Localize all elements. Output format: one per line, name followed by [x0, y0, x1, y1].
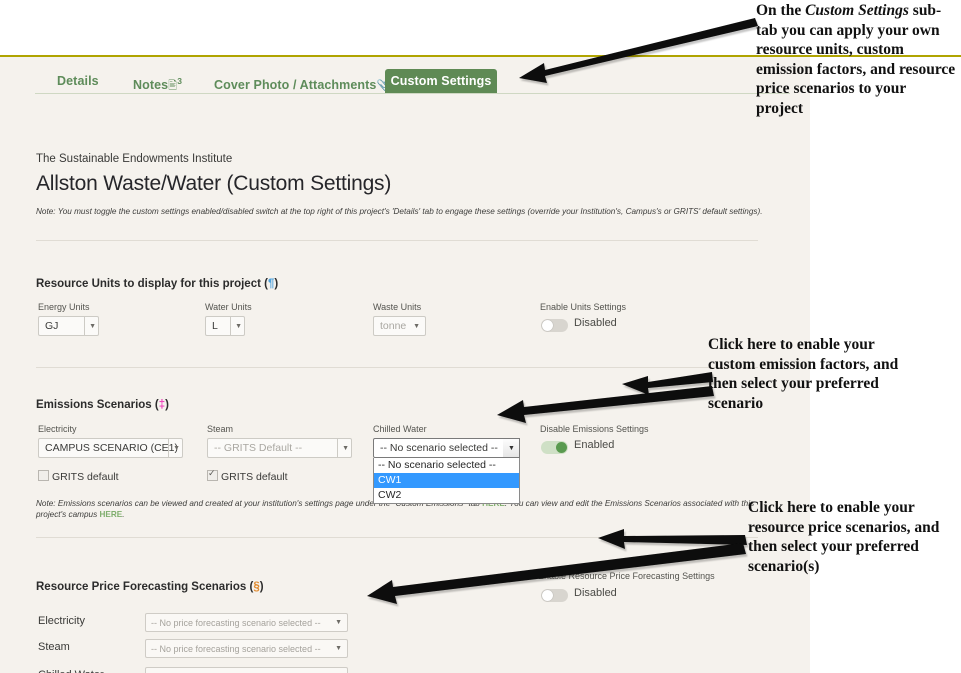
checkbox-label: GRITS default: [52, 471, 119, 483]
emissions-note-3: .: [122, 510, 125, 519]
checkbox-label: GRITS default: [221, 471, 288, 483]
price-chilled-water-select[interactable]: -- No price forecasting scenario selecte…: [145, 667, 348, 673]
emissions-toggle-state: Enabled: [574, 439, 615, 451]
price-toggle-knob: [542, 590, 553, 601]
page-title: Allston Waste/Water (Custom Settings): [36, 172, 392, 195]
tab-notes-label: Notes: [133, 78, 169, 93]
emissions-heading-text: Emissions Scenarios (: [36, 399, 159, 411]
section-divider: [36, 537, 758, 538]
dropdown-option[interactable]: -- No scenario selected --: [374, 458, 519, 473]
checkbox-box-icon[interactable]: [38, 470, 49, 481]
emissions-steam-select[interactable]: -- GRITS Default -- ▼: [207, 438, 352, 458]
label-disable-emissions-settings: Disable Emissions Settings: [540, 424, 649, 434]
checkbox-box-icon[interactable]: [207, 468, 218, 481]
units-toggle-track[interactable]: [541, 319, 568, 332]
energy-units-select[interactable]: GJ ▼: [38, 316, 99, 336]
dropdown-option[interactable]: CW2: [374, 488, 519, 503]
chevron-down-icon: ▼: [508, 445, 515, 452]
custom-settings-note: Note: You must toggle the custom setting…: [36, 206, 781, 217]
emissions-toggle-track[interactable]: [541, 441, 568, 454]
chevron-down-icon: ▼: [335, 645, 342, 652]
units-heading-close: ): [274, 278, 279, 290]
section-divider: [36, 240, 758, 241]
annotation-emissions: Click here to enable your custom emissio…: [708, 336, 899, 412]
label-energy-units: Energy Units: [38, 302, 90, 312]
label-emissions-chilled-water: Chilled Water: [373, 424, 427, 434]
label-price-steam: Steam: [38, 641, 70, 653]
tab-cover-photo-attachments[interactable]: Cover Photo / Attachments📎8: [214, 69, 395, 94]
chevron-down-icon: ▼: [337, 439, 349, 457]
label-enable-price-forecasting-settings: Enable Resource Price Forecasting Settin…: [538, 571, 715, 581]
emissions-steam-grits-default-checkbox[interactable]: GRITS default: [207, 468, 288, 483]
annotation-one-b: sub-tab you can apply your own resource …: [756, 2, 956, 117]
emissions-chilled-water-dropdown-list[interactable]: -- No scenario selected -- CW1 CW2: [373, 458, 520, 504]
note-prefix: Note:: [36, 499, 56, 508]
tab-custom-label: Custom Settings: [390, 74, 492, 88]
tab-cover-label: Cover Photo / Attachments: [214, 78, 377, 93]
chevron-down-icon: ▼: [84, 317, 96, 335]
document-icon: 🖹: [168, 80, 178, 93]
chevron-down-icon: ▼: [335, 619, 342, 626]
water-units-select[interactable]: L ▼: [205, 316, 245, 336]
annotation-price-forecasting: Click here to enable your resource price…: [748, 499, 940, 575]
emissions-chilled-water-value: -- No scenario selected --: [380, 442, 498, 454]
price-heading-text: Resource Price Forecasting Scenarios (: [36, 581, 254, 593]
tab-details-label: Details: [57, 74, 99, 88]
chevron-down-icon: ▼: [168, 439, 180, 457]
tab-details[interactable]: Details: [57, 69, 99, 94]
price-heading-close: ): [259, 581, 264, 593]
waste-units-value: tonne: [380, 320, 407, 332]
section-heading-resource-price-forecasting: Resource Price Forecasting Scenarios (§): [36, 581, 264, 593]
tab-custom-settings[interactable]: Custom Settings: [385, 69, 497, 93]
section-heading-emissions-scenarios: Emissions Scenarios (‡): [36, 399, 169, 411]
emissions-electricity-value: CAMPUS SCENARIO (CE1): [45, 442, 179, 454]
tab-notes-count: 3: [177, 76, 183, 86]
emissions-heading-close: ): [165, 399, 169, 411]
note-prefix: Note:: [36, 207, 56, 216]
emissions-note-link-campus[interactable]: HERE: [99, 510, 122, 519]
label-emissions-electricity: Electricity: [38, 424, 77, 434]
units-toggle-knob: [542, 320, 553, 331]
tab-underline-divider: [35, 93, 790, 94]
label-price-electricity: Electricity: [38, 615, 86, 627]
emissions-chilled-water-dropdown-button[interactable]: ▼: [503, 438, 520, 458]
browser-page-content: Details Notes🖹3 Cover Photo / Attachment…: [0, 57, 810, 673]
price-toggle-track[interactable]: [541, 589, 568, 602]
emissions-steam-value: -- GRITS Default --: [214, 442, 303, 454]
dropdown-option[interactable]: CW1: [374, 473, 519, 488]
price-steam-value: -- No price forecasting scenario selecte…: [151, 644, 321, 654]
price-steam-select[interactable]: -- No price forecasting scenario selecte…: [145, 639, 348, 658]
emissions-electricity-grits-default-checkbox[interactable]: GRITS default: [38, 470, 119, 483]
units-heading-text: Resource Units to display for this proje…: [36, 278, 268, 290]
label-waste-units: Waste Units: [373, 302, 422, 312]
annotation-custom-settings: On the Custom Settings sub-tab you can a…: [756, 1, 956, 119]
label-emissions-steam: Steam: [207, 424, 234, 434]
section-divider: [36, 367, 758, 368]
annotation-one-emphasis: Custom Settings: [805, 2, 909, 19]
tab-notes[interactable]: Notes🖹3: [133, 69, 182, 94]
label-enable-units-settings: Enable Units Settings: [540, 302, 627, 312]
annotation-one-a: On the: [756, 2, 806, 19]
energy-units-value: GJ: [45, 320, 59, 332]
price-electricity-select[interactable]: -- No price forecasting scenario selecte…: [145, 613, 348, 632]
note-body: You must toggle the custom settings enab…: [55, 207, 763, 216]
units-toggle-state: Disabled: [574, 317, 617, 329]
price-toggle-state: Disabled: [574, 587, 617, 599]
section-heading-resource-units: Resource Units to display for this proje…: [36, 278, 278, 290]
chevron-down-icon: ▼: [230, 317, 242, 335]
water-units-value: L: [212, 320, 218, 332]
label-water-units: Water Units: [205, 302, 252, 312]
chevron-down-icon: ▼: [413, 323, 420, 330]
price-electricity-value: -- No price forecasting scenario selecte…: [151, 618, 321, 628]
project-tab-bar: Details Notes🖹3 Cover Photo / Attachment…: [0, 69, 810, 94]
label-price-chilled-water: Chilled Water: [38, 669, 104, 673]
chevron-down-icon: ▼: [335, 668, 342, 673]
emissions-toggle-knob: [556, 442, 567, 453]
emissions-electricity-select[interactable]: CAMPUS SCENARIO (CE1) ▼: [38, 438, 183, 458]
waste-units-select[interactable]: tonne ▼: [373, 316, 426, 336]
organization-name: The Sustainable Endowments Institute: [36, 153, 233, 165]
emissions-chilled-water-select[interactable]: -- No scenario selected --: [373, 438, 513, 458]
